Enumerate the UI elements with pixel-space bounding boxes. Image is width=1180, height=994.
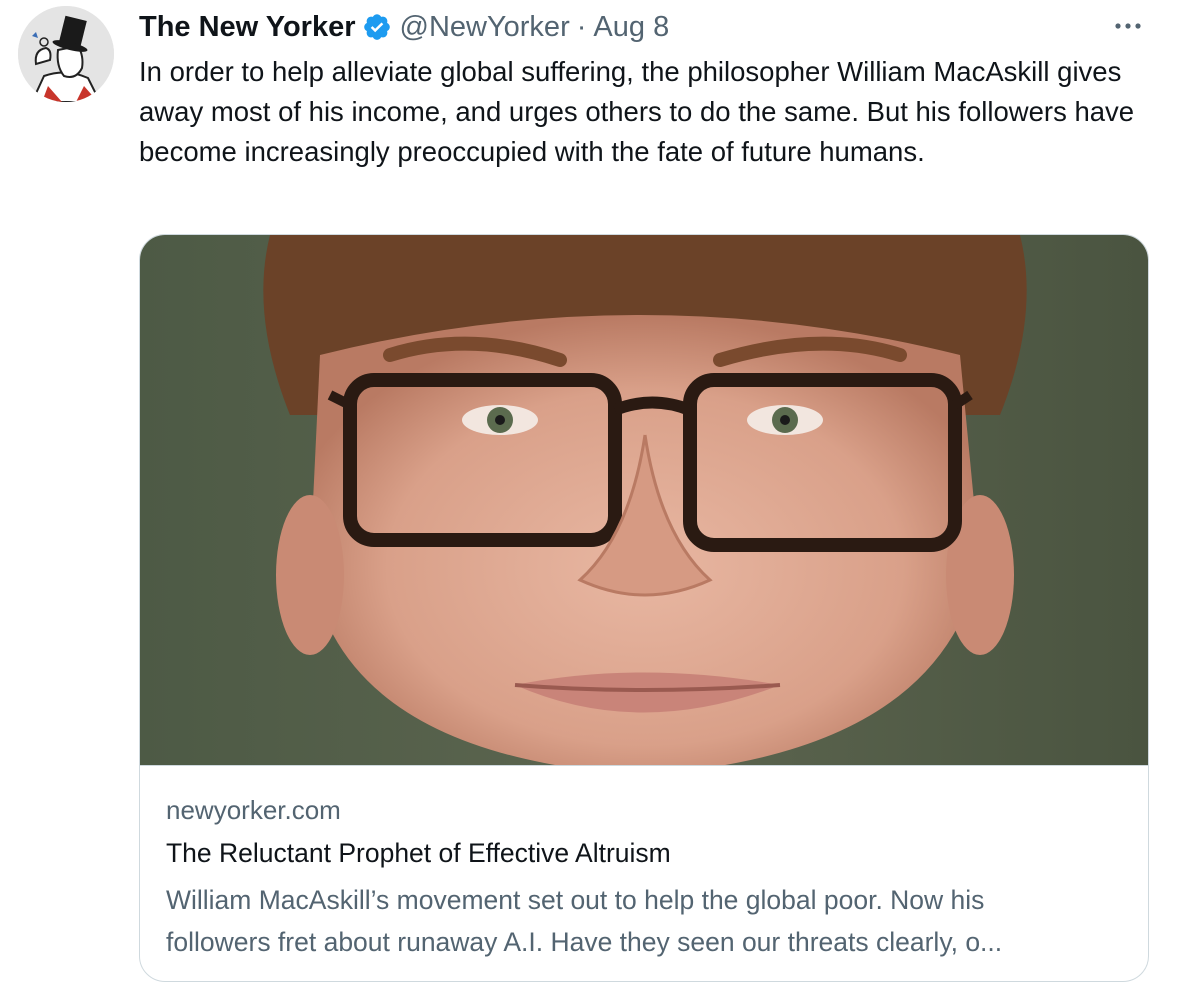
card-description: William MacAskill’s movement set out to … — [166, 879, 1116, 963]
display-name[interactable]: The New Yorker — [139, 11, 356, 44]
tweet-date[interactable]: Aug 8 — [593, 11, 669, 44]
card-description-line: followers fret about runaway A.I. Have t… — [166, 927, 1003, 957]
card-title: The Reluctant Prophet of Effective Altru… — [166, 838, 671, 868]
link-card[interactable]: newyorker.com The Reluctant Prophet of E… — [139, 234, 1149, 982]
card-description-line: William MacAskill’s movement set out to … — [166, 885, 985, 915]
tweet[interactable]: The New Yorker @NewYorker · Aug 8 In ord… — [0, 0, 1180, 994]
handle[interactable]: @NewYorker — [400, 11, 570, 44]
avatar[interactable] — [18, 6, 114, 102]
card-domain: newyorker.com — [166, 795, 341, 825]
portrait-photo — [140, 235, 1148, 765]
tweet-header: The New Yorker @NewYorker · Aug 8 — [139, 8, 669, 46]
card-image[interactable] — [140, 235, 1148, 766]
tweet-text: In order to help alleviate global suffer… — [139, 56, 1135, 167]
verified-badge-icon — [362, 12, 392, 42]
more-options-icon[interactable] — [1108, 6, 1148, 46]
separator-dot: · — [576, 10, 587, 43]
eustace-tilley-avatar-icon — [18, 6, 114, 102]
